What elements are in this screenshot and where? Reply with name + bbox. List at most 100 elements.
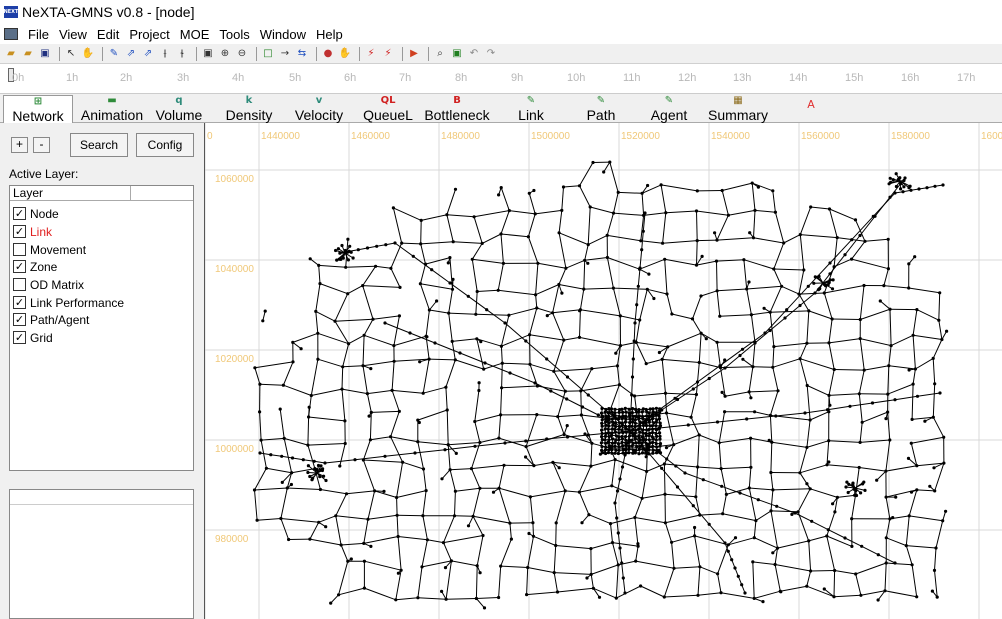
network-node[interactable] — [614, 424, 618, 429]
network-node[interactable] — [809, 205, 813, 209]
network-link[interactable] — [500, 387, 503, 415]
network-node[interactable] — [618, 344, 623, 348]
network-link[interactable] — [834, 570, 856, 575]
network-link[interactable] — [529, 334, 564, 341]
network-link[interactable] — [697, 566, 701, 596]
network-node[interactable] — [851, 481, 855, 485]
network-link[interactable] — [634, 392, 666, 397]
tab-summary[interactable]: ▦ Summary — [705, 95, 771, 123]
network-link[interactable] — [824, 285, 865, 294]
network-node[interactable] — [640, 410, 644, 414]
network-node[interactable] — [697, 360, 701, 365]
network-link[interactable] — [287, 487, 321, 490]
tab-velocity[interactable]: v Velocity — [288, 95, 350, 123]
network-node[interactable] — [316, 331, 320, 335]
network-node[interactable] — [475, 564, 479, 568]
network-link[interactable] — [475, 313, 509, 316]
network-node[interactable] — [362, 333, 366, 337]
network-link[interactable] — [348, 334, 365, 345]
network-node[interactable] — [600, 428, 604, 432]
network-link[interactable] — [696, 210, 698, 241]
network-link[interactable] — [851, 495, 856, 519]
network-link[interactable] — [590, 459, 616, 467]
network-node[interactable] — [662, 595, 666, 599]
network-link[interactable] — [535, 284, 560, 296]
network-node[interactable] — [884, 561, 888, 565]
network-link[interactable] — [666, 412, 692, 418]
network-node[interactable] — [427, 357, 431, 361]
network-link[interactable] — [529, 307, 538, 335]
network-link[interactable] — [525, 414, 538, 447]
network-link[interactable] — [641, 471, 648, 499]
network-node[interactable] — [672, 566, 676, 570]
network-link[interactable] — [754, 411, 771, 416]
network-link[interactable] — [771, 441, 807, 448]
network-node[interactable] — [660, 357, 664, 361]
network-link[interactable] — [722, 182, 753, 191]
network-node[interactable] — [894, 184, 899, 189]
network-node[interactable] — [289, 482, 293, 487]
network-link[interactable] — [476, 597, 499, 599]
network-node[interactable] — [624, 410, 628, 414]
network-node[interactable] — [314, 468, 319, 472]
network-node[interactable] — [888, 176, 892, 180]
network-link[interactable] — [630, 394, 633, 414]
network-link[interactable] — [806, 585, 835, 598]
network-node[interactable] — [502, 463, 506, 467]
network-node[interactable] — [433, 341, 437, 345]
network-link[interactable] — [695, 362, 700, 395]
network-node[interactable] — [875, 478, 879, 482]
network-link[interactable] — [826, 535, 836, 571]
network-link[interactable] — [781, 285, 800, 295]
network-link[interactable] — [532, 522, 534, 537]
network-node[interactable] — [440, 477, 444, 481]
network-node[interactable] — [723, 394, 727, 398]
network-node[interactable] — [825, 534, 829, 538]
network-node[interactable] — [617, 435, 621, 439]
network-link[interactable] — [718, 442, 722, 469]
network-node[interactable] — [661, 241, 665, 245]
network-node[interactable] — [339, 257, 343, 261]
network-node[interactable] — [346, 559, 350, 563]
network-link[interactable] — [392, 207, 403, 244]
network-link[interactable] — [580, 309, 621, 317]
network-node[interactable] — [612, 421, 616, 425]
network-node[interactable] — [577, 335, 582, 339]
network-link[interactable] — [612, 542, 639, 547]
network-node[interactable] — [797, 292, 801, 296]
arrow-icon[interactable]: → — [278, 47, 292, 61]
network-node[interactable] — [578, 309, 582, 313]
network-node[interactable] — [941, 519, 945, 523]
network-node[interactable] — [353, 458, 357, 462]
network-link[interactable] — [773, 242, 785, 270]
network-node[interactable] — [264, 466, 268, 470]
network-link[interactable] — [772, 488, 811, 491]
layer-row-path-agent[interactable]: ✓ Path/Agent — [13, 311, 89, 328]
network-link[interactable] — [567, 376, 589, 396]
network-link[interactable] — [335, 493, 347, 517]
network-link[interactable] — [797, 511, 810, 542]
network-node[interactable] — [637, 416, 641, 421]
network-link[interactable] — [363, 459, 403, 463]
network-node[interactable] — [482, 606, 487, 610]
network-node[interactable] — [448, 468, 452, 472]
network-link[interactable] — [665, 210, 697, 214]
network-link[interactable] — [280, 518, 290, 540]
network-link[interactable] — [615, 564, 619, 599]
network-node[interactable] — [560, 208, 564, 212]
two-way-icon[interactable]: ⇆ — [295, 47, 309, 61]
network-node[interactable] — [825, 463, 829, 467]
network-link[interactable] — [473, 515, 510, 524]
hand-2-icon[interactable]: ✋ — [338, 47, 352, 61]
network-node[interactable] — [365, 246, 370, 250]
network-link[interactable] — [443, 542, 452, 562]
network-node[interactable] — [798, 233, 802, 237]
network-link[interactable] — [783, 234, 801, 244]
network-node[interactable] — [535, 384, 539, 388]
network-link[interactable] — [662, 212, 667, 244]
network-node[interactable] — [638, 424, 642, 428]
network-link[interactable] — [932, 383, 936, 418]
network-link[interactable] — [717, 573, 722, 593]
network-link[interactable] — [471, 243, 483, 260]
network-link[interactable] — [748, 467, 752, 489]
